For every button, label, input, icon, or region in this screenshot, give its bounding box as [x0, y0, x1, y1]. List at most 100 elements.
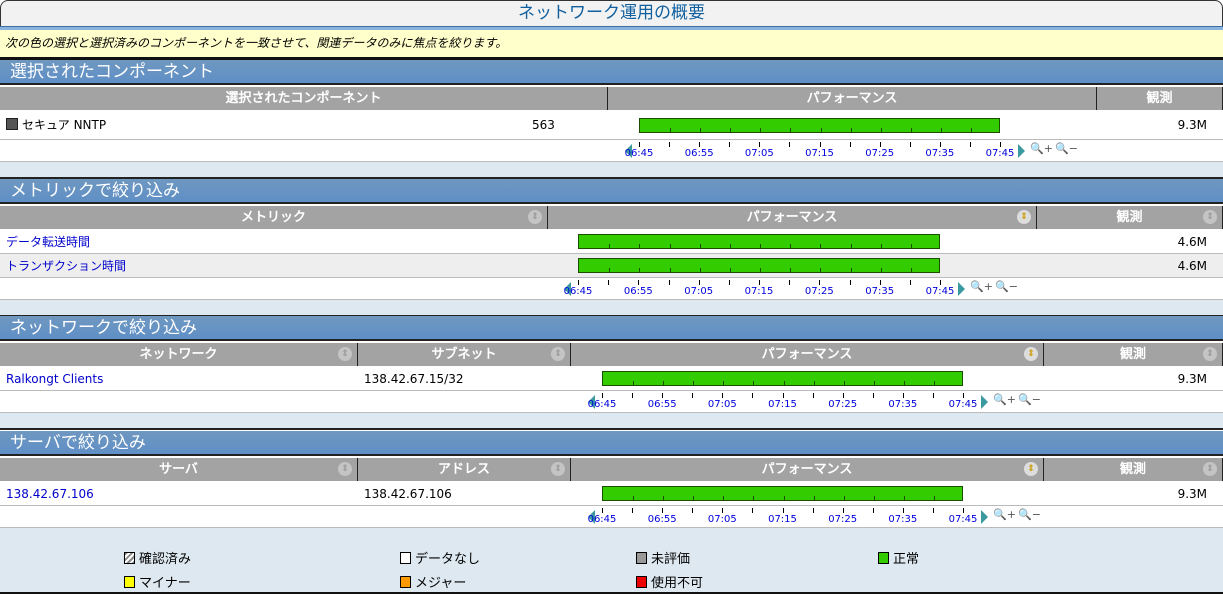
row-link[interactable]: 138.42.67.106 [6, 482, 94, 506]
sort-icon[interactable]: ⇕ [1017, 210, 1031, 224]
row-link[interactable]: Ralkongt Clients [6, 367, 103, 391]
zoom-out-icon[interactable]: 🔍− [1018, 508, 1041, 521]
bar-tick [783, 496, 785, 500]
observed-value: 4.6M [1177, 235, 1207, 249]
performance-bar[interactable] [602, 486, 963, 501]
timeline-tick [692, 508, 694, 513]
zoom-in-icon[interactable]: 🔍+ [1030, 142, 1053, 155]
sort-icon[interactable]: ⇕ [1203, 210, 1217, 224]
timeline-tick [932, 393, 934, 398]
column-header[interactable]: サーバ ⇕ [0, 458, 358, 481]
column-header[interactable]: アドレス ⇕ [358, 458, 571, 481]
performance-bar[interactable] [578, 234, 940, 249]
column-header[interactable]: サブネット ⇕ [358, 343, 571, 366]
bar-tick [663, 381, 665, 385]
row-link[interactable]: トランザクション時間 [6, 254, 126, 278]
timeline-tick [842, 508, 844, 513]
timeline-tick [1000, 142, 1001, 147]
timeline-tick [819, 280, 821, 285]
timeline-label: 06:55 [647, 399, 677, 410]
sort-icon[interactable]: ⇕ [551, 347, 565, 361]
performance-bar[interactable] [602, 371, 963, 386]
bar-tick [783, 381, 785, 385]
bar-tick [820, 268, 822, 272]
sort-icon[interactable]: ⇕ [338, 347, 352, 361]
column-header[interactable]: パフォーマンス [608, 87, 1097, 110]
column-header[interactable]: ネットワーク ⇕ [0, 343, 358, 366]
column-header-label: パフォーマンス [746, 210, 838, 225]
column-header[interactable]: パフォーマンス ⇕ [571, 458, 1044, 481]
sort-icon[interactable]: ⇕ [1024, 347, 1038, 361]
timeline-label: 07:15 [768, 399, 797, 410]
zoom-out-icon[interactable]: 🔍− [1018, 393, 1041, 406]
zoom-out-icon[interactable]: 🔍− [1055, 142, 1078, 155]
scroll-right-icon[interactable] [981, 395, 988, 409]
sort-icon[interactable]: ⇕ [1203, 462, 1217, 476]
zoom-in-icon[interactable]: 🔍+ [993, 508, 1016, 521]
bar-tick [880, 268, 882, 272]
bar-tick [699, 244, 701, 248]
column-header-label: ネットワーク [139, 347, 218, 362]
timeline-tick [602, 393, 603, 398]
timeline-label: 07:25 [828, 514, 858, 525]
table-row: トランザクション時間 4.6M [0, 254, 1223, 278]
column-header-label: 観測 [1116, 210, 1143, 225]
column-header[interactable]: 観測 ⇕ [1037, 206, 1223, 229]
table-row: 138.42.67.106 138.42.67.106 9.3M [0, 482, 1223, 506]
timeline-label: 07:35 [888, 399, 918, 410]
scroll-right-icon[interactable] [1018, 144, 1025, 158]
section-spacer [0, 162, 1223, 179]
column-header-label: 観測 [1146, 91, 1173, 106]
bar-tick [903, 496, 905, 500]
column-header[interactable]: 観測 ⇕ [1044, 458, 1223, 481]
bar-tick [639, 244, 641, 248]
bar-tick [850, 127, 852, 132]
zoom-out-icon[interactable]: 🔍− [995, 280, 1018, 293]
bar-tick [850, 244, 852, 248]
bar-tick [729, 244, 731, 248]
column-header-label: アドレス [437, 462, 490, 477]
timeline-tick [639, 142, 640, 147]
zoom-in-icon[interactable]: 🔍+ [993, 393, 1016, 406]
column-header[interactable]: パフォーマンス ⇕ [548, 206, 1037, 229]
row-link[interactable]: データ転送時間 [6, 230, 90, 254]
legend-swatch [636, 551, 647, 564]
component-icon [6, 118, 18, 130]
performance-bar[interactable] [639, 117, 1000, 133]
bar-tick [760, 127, 762, 132]
bar-tick [760, 244, 761, 248]
legend-swatch [400, 551, 411, 564]
bar-tick [880, 127, 882, 132]
legend-swatch [124, 551, 135, 564]
table-row: セキュア NNTP 563 9.3M [0, 111, 1223, 140]
column-header[interactable]: 選択されたコンポーネント [0, 87, 608, 110]
timeline-label: 06:45 [587, 514, 617, 525]
sort-icon[interactable]: ⇕ [551, 462, 565, 476]
bar-tick [813, 496, 815, 500]
zoom-in-icon[interactable]: 🔍+ [970, 280, 993, 293]
sort-icon[interactable]: ⇕ [1024, 462, 1038, 476]
timeline-tick [759, 280, 760, 285]
timeline-tick [669, 142, 671, 147]
bar-tick [699, 268, 701, 272]
sort-icon[interactable]: ⇕ [528, 210, 542, 224]
legend-item: メジャー [400, 572, 466, 591]
page-title: ネットワーク運用の概要 [0, 0, 1223, 26]
section-spacer [0, 413, 1223, 430]
legend: 確認済み データなし 未評価 正常 マイナー メジャー 使用不可 [0, 528, 1223, 594]
column-header[interactable]: 観測 ⇕ [1044, 343, 1223, 366]
scroll-right-icon[interactable] [958, 282, 965, 296]
timeline-label: 07:15 [805, 148, 834, 159]
sort-icon[interactable]: ⇕ [1203, 347, 1217, 361]
column-header[interactable]: 観測 [1097, 87, 1223, 110]
column-header[interactable]: メトリック ⇕ [0, 206, 548, 229]
bar-tick [790, 244, 792, 248]
bar-tick [723, 496, 725, 500]
legend-label: 確認済み [139, 552, 192, 567]
bar-tick [669, 244, 671, 248]
legend-swatch [878, 551, 889, 564]
performance-bar[interactable] [578, 258, 940, 273]
sort-icon[interactable]: ⇕ [338, 462, 352, 476]
scroll-right-icon[interactable] [981, 510, 988, 524]
column-header[interactable]: パフォーマンス ⇕ [571, 343, 1044, 366]
